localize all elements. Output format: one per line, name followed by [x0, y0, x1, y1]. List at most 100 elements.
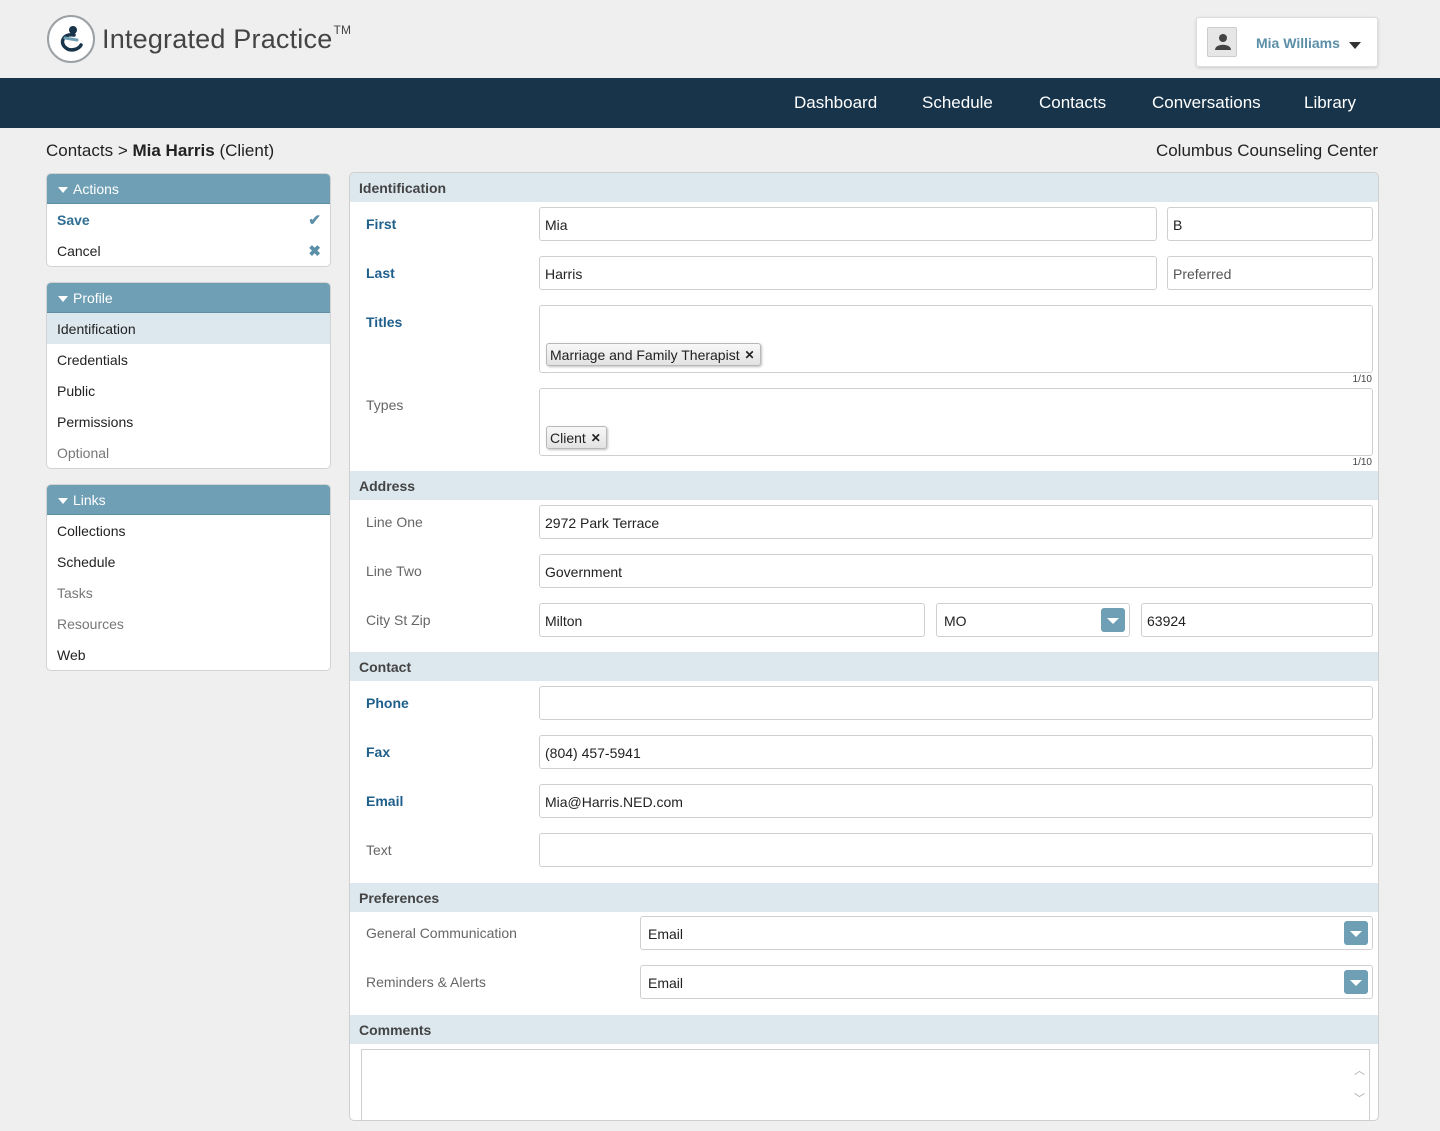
sidebar-item-permissions[interactable]: Permissions: [47, 406, 330, 437]
type-tag[interactable]: Client ✕: [546, 426, 607, 449]
sidebar-item-label: Schedule: [57, 554, 116, 570]
remove-tag-icon[interactable]: ✕: [591, 431, 601, 445]
chevron-down-icon[interactable]: [1349, 42, 1361, 49]
preferred-name-input[interactable]: Preferred: [1167, 256, 1373, 290]
sidebar-item-public[interactable]: Public: [47, 375, 330, 406]
nav-dashboard[interactable]: Dashboard: [794, 93, 877, 113]
actions-panel-title: Actions: [73, 181, 119, 197]
save-button[interactable]: Save ✔: [47, 204, 330, 235]
breadcrumb-contacts-link[interactable]: Contacts: [46, 141, 113, 160]
cancel-button[interactable]: Cancel ✖: [47, 235, 330, 266]
nav-contacts[interactable]: Contacts: [1039, 93, 1106, 113]
sidebar-item-label: Tasks: [57, 585, 93, 601]
general-communication-label: General Communication: [366, 925, 517, 941]
state-value: MO: [944, 613, 967, 629]
sidebar-item-optional[interactable]: Optional: [47, 437, 330, 468]
section-title: Preferences: [359, 890, 440, 906]
city-value: Milton: [545, 613, 583, 629]
first-name-input[interactable]: Mia: [539, 207, 1157, 241]
sidebar-item-label: Optional: [57, 445, 110, 461]
general-communication-select[interactable]: Email: [640, 916, 1373, 950]
breadcrumb-separator: >: [117, 141, 128, 160]
scroll-up-icon[interactable]: ︿: [1354, 1062, 1365, 1078]
sidebar-item-label: Public: [57, 383, 96, 399]
sidebar-item-credentials[interactable]: Credentials: [47, 344, 330, 375]
sidebar-item-label: Identification: [57, 321, 136, 337]
logo-icon[interactable]: [47, 15, 95, 63]
email-input[interactable]: Mia@Harris.NED.com: [539, 784, 1373, 818]
actions-panel: Actions Save ✔ Cancel ✖: [46, 173, 331, 267]
actions-panel-header[interactable]: Actions: [47, 174, 330, 204]
section-title: Comments: [359, 1022, 432, 1038]
collapse-icon: [58, 296, 68, 302]
nav-conversations[interactable]: Conversations: [1152, 93, 1261, 113]
user-menu[interactable]: Mia Williams: [1196, 17, 1378, 67]
middle-initial-value: B: [1173, 217, 1183, 233]
remove-tag-icon[interactable]: ✕: [745, 348, 755, 362]
reminders-alerts-select[interactable]: Email: [640, 965, 1373, 999]
contact-form: Identification First Mia B Last Harris P…: [349, 172, 1379, 1121]
city-input[interactable]: Milton: [539, 603, 925, 637]
links-panel: Links Collections Schedule Tasks Resourc…: [46, 484, 331, 671]
check-icon: ✔: [308, 212, 321, 229]
last-name-input[interactable]: Harris: [539, 256, 1157, 290]
state-select[interactable]: MO: [936, 603, 1130, 637]
middle-initial-input[interactable]: B: [1167, 207, 1373, 241]
sidebar-item-label: Credentials: [57, 352, 128, 368]
text-input[interactable]: [539, 833, 1373, 867]
contact-section-header: Contact: [350, 652, 1378, 681]
profile-panel-title: Profile: [73, 290, 113, 306]
sidebar-item-identification[interactable]: Identification: [47, 313, 330, 344]
reminders-alerts-value: Email: [648, 975, 684, 991]
save-label: Save: [57, 212, 90, 228]
preferred-placeholder: Preferred: [1173, 266, 1232, 282]
sidebar-item-collections[interactable]: Collections: [47, 515, 330, 546]
phone-input[interactable]: [539, 686, 1373, 720]
sidebar-item-label: Collections: [57, 523, 126, 539]
fax-input[interactable]: (804) 457-5941: [539, 735, 1373, 769]
nav-library[interactable]: Library: [1304, 93, 1356, 113]
brand-text: Integrated Practice: [102, 24, 333, 54]
user-name[interactable]: Mia Williams: [1256, 35, 1340, 51]
sidebar-item-resources[interactable]: Resources: [47, 608, 330, 639]
sidebar-item-label: Permissions: [57, 414, 134, 430]
comments-textarea[interactable]: ︿ ﹀: [361, 1049, 1370, 1120]
types-counter: 1/10: [1352, 457, 1372, 468]
profile-panel-header[interactable]: Profile: [47, 283, 330, 313]
title-tag[interactable]: Marriage and Family Therapist ✕: [546, 343, 761, 366]
types-label: Types: [366, 397, 404, 413]
last-name-value: Harris: [545, 266, 583, 282]
first-name-value: Mia: [545, 217, 568, 233]
address-line-two-input[interactable]: Government: [539, 554, 1373, 588]
nav-schedule[interactable]: Schedule: [922, 93, 993, 113]
comments-section-header: Comments: [350, 1015, 1378, 1044]
zip-value: 63924: [1147, 613, 1186, 629]
chevron-down-icon[interactable]: [1344, 970, 1368, 994]
sidebar-item-schedule[interactable]: Schedule: [47, 546, 330, 577]
chevron-down-icon[interactable]: [1101, 608, 1125, 632]
close-icon: ✖: [308, 243, 321, 260]
links-panel-header[interactable]: Links: [47, 485, 330, 515]
city-state-zip-label: City St Zip: [366, 612, 431, 628]
address-section-header: Address: [350, 471, 1378, 500]
address-line-one-input[interactable]: 2972 Park Terrace: [539, 505, 1373, 539]
zip-input[interactable]: 63924: [1141, 603, 1373, 637]
fax-label: Fax: [366, 744, 391, 760]
sidebar-item-label: Web: [57, 647, 86, 663]
chevron-down-icon[interactable]: [1344, 921, 1368, 945]
titles-counter: 1/10: [1352, 374, 1372, 385]
last-name-label: Last: [366, 265, 395, 281]
links-panel-title: Links: [73, 492, 106, 508]
email-label: Email: [366, 793, 404, 809]
sidebar-item-label: Resources: [57, 616, 124, 632]
identification-section-header: Identification: [350, 173, 1378, 202]
collapse-icon: [58, 187, 68, 193]
organization-name: Columbus Counseling Center: [1155, 141, 1378, 160]
address-line-two-value: Government: [545, 564, 623, 580]
sidebar-item-web[interactable]: Web: [47, 639, 330, 670]
titles-tag-input[interactable]: Marriage and Family Therapist ✕: [539, 305, 1373, 373]
types-tag-input[interactable]: Client ✕: [539, 388, 1373, 456]
phone-label: Phone: [366, 695, 409, 711]
scroll-down-icon[interactable]: ﹀: [1354, 1090, 1365, 1106]
sidebar-item-tasks[interactable]: Tasks: [47, 577, 330, 608]
